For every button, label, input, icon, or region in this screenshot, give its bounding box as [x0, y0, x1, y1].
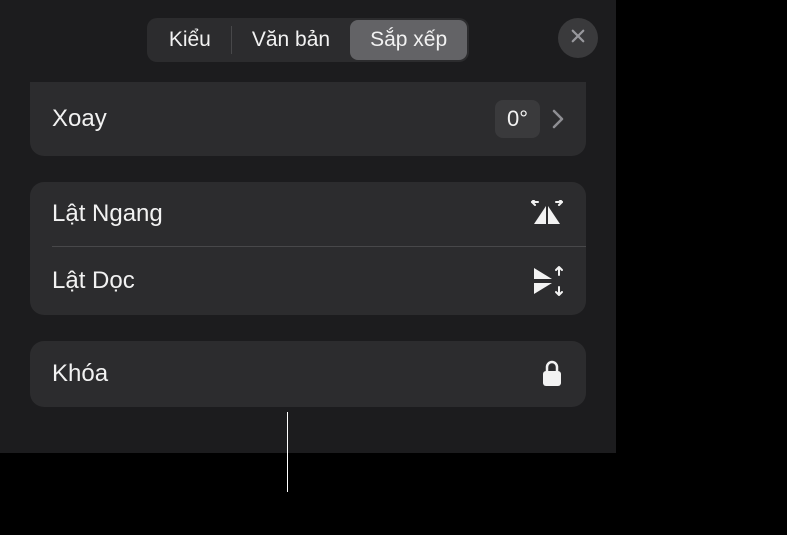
lock-group: Khóa: [30, 341, 586, 407]
callout-line: [287, 412, 288, 492]
rotate-label: Xoay: [52, 105, 107, 133]
rotate-value: 0°: [495, 100, 540, 138]
lock-label: Khóa: [52, 360, 108, 388]
flip-horizontal-icon: [530, 200, 564, 228]
flip-horizontal-row[interactable]: Lật Ngang: [30, 182, 586, 246]
tab-style[interactable]: Kiểu: [149, 20, 231, 60]
panel-header: Kiểu Văn bản Sắp xếp: [0, 0, 616, 82]
flip-vertical-icon: [530, 265, 564, 297]
lock-icon: [540, 359, 564, 389]
panel-content: Xoay 0° Lật Ngang: [0, 82, 616, 453]
close-icon: [569, 27, 587, 50]
format-panel: Kiểu Văn bản Sắp xếp Xoay 0°: [0, 0, 616, 453]
flip-vertical-label: Lật Dọc: [52, 267, 135, 295]
tab-arrange[interactable]: Sắp xếp: [350, 20, 467, 60]
tab-text[interactable]: Văn bản: [232, 20, 350, 60]
flip-group: Lật Ngang Lật Dọc: [30, 182, 586, 315]
close-button[interactable]: [558, 18, 598, 58]
rotate-row[interactable]: Xoay 0°: [30, 82, 586, 156]
lock-row[interactable]: Khóa: [30, 341, 586, 407]
chevron-right-icon: [552, 109, 564, 129]
tab-group: Kiểu Văn bản Sắp xếp: [147, 18, 469, 62]
flip-vertical-row[interactable]: Lật Dọc: [30, 247, 586, 315]
rotate-right: 0°: [495, 100, 564, 138]
flip-horizontal-label: Lật Ngang: [52, 200, 163, 228]
rotate-group: Xoay 0°: [30, 82, 586, 156]
